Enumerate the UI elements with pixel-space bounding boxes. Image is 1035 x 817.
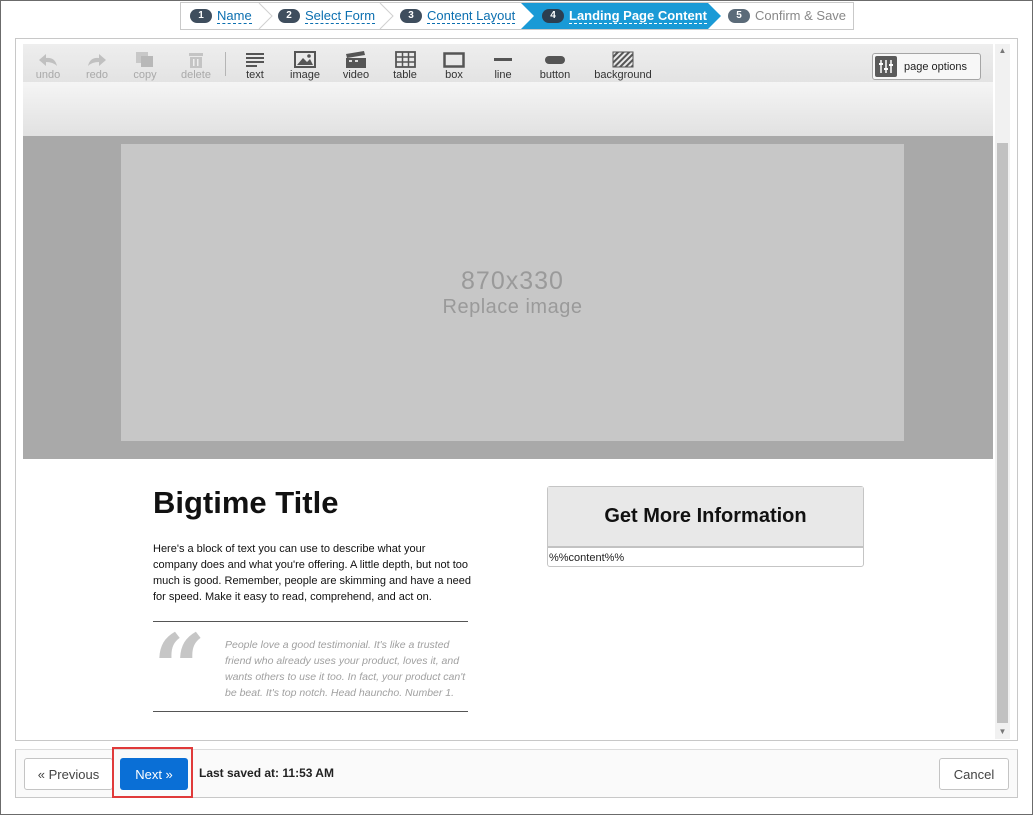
trash-icon — [187, 50, 205, 69]
wizard-step-landing-page-content[interactable]: 4 Landing Page Content — [542, 3, 707, 29]
step-label: Name — [217, 7, 252, 24]
content-section: Bigtime Title Here's a block of text you… — [23, 459, 993, 739]
editor-toolbar: undo redo copy delete text image video t… — [23, 44, 993, 82]
image-placeholder[interactable]: 870x330 Replace image — [121, 144, 904, 441]
box-tool-label: box — [445, 69, 463, 81]
line-tool-button[interactable]: line — [478, 50, 528, 82]
image-tool-button[interactable]: image — [280, 50, 330, 82]
redo-icon — [86, 50, 108, 69]
undo-label: undo — [35, 69, 61, 81]
last-saved-status: Last saved at: 11:53 AM — [199, 766, 334, 780]
form-block[interactable]: Get More Information %%content%% — [547, 486, 864, 567]
undo-button[interactable]: undo — [23, 50, 73, 82]
step-label: Confirm & Save — [755, 8, 847, 23]
cancel-button[interactable]: Cancel — [939, 758, 1009, 790]
step-number: 4 — [542, 9, 564, 23]
video-tool-button[interactable]: video — [331, 50, 381, 82]
copy-icon — [135, 50, 155, 69]
previous-button[interactable]: « Previous — [24, 758, 113, 790]
step-number: 5 — [728, 9, 750, 23]
image-icon — [294, 50, 316, 69]
line-icon — [493, 50, 513, 69]
step-number: 2 — [278, 9, 300, 23]
replace-image-link[interactable]: Replace image — [443, 295, 583, 319]
background-tool-label: background — [594, 69, 652, 81]
next-button[interactable]: Next » — [120, 758, 188, 790]
line-tool-label: line — [494, 69, 512, 81]
quote-mark-icon: “ — [153, 614, 206, 722]
testimonial-block[interactable]: “ People love a good testimonial. It's l… — [153, 614, 468, 722]
text-lines-icon — [245, 50, 265, 69]
sliders-icon — [875, 56, 897, 77]
scroll-up-icon[interactable]: ▲ — [995, 44, 1010, 58]
step-label: Landing Page Content — [569, 7, 707, 24]
button-tool-label: button — [539, 69, 571, 81]
step-label: Select Form — [305, 7, 376, 24]
step-number: 1 — [190, 9, 212, 23]
undo-icon — [37, 50, 59, 69]
copy-label: copy — [133, 69, 157, 81]
wizard-step-select-form[interactable]: 2 Select Form — [278, 3, 376, 29]
text-tool-button[interactable]: text — [230, 50, 280, 82]
last-saved-time: 11:53 AM — [282, 766, 334, 780]
page-options-label: page options — [904, 60, 967, 73]
table-tool-button[interactable]: table — [380, 50, 430, 82]
step-label: Content Layout — [427, 7, 516, 24]
copy-button[interactable]: copy — [120, 50, 170, 82]
button-shape-icon — [544, 50, 566, 69]
scroll-down-icon[interactable]: ▼ — [995, 725, 1010, 739]
background-tool-button[interactable]: background — [589, 50, 657, 82]
body-text-block[interactable]: Here's a block of text you can use to de… — [153, 541, 471, 605]
box-icon — [443, 50, 465, 69]
content-merge-tag: %%content%% — [549, 552, 625, 564]
testimonial-text: People love a good testimonial. It's lik… — [225, 639, 466, 699]
hero-section[interactable]: 870x330 Replace image — [23, 136, 993, 459]
wizard-step-name[interactable]: 1 Name — [190, 3, 252, 29]
page-heading[interactable]: Bigtime Title — [153, 485, 338, 521]
toolbar-divider — [225, 52, 226, 76]
wizard-step-confirm-save[interactable]: 5 Confirm & Save — [728, 3, 846, 29]
wizard-footer: « Previous Next » Last saved at: 11:53 A… — [15, 747, 1018, 798]
placeholder-size: 870x330 — [461, 266, 564, 295]
table-tool-label: table — [393, 69, 417, 81]
background-pattern-icon — [612, 50, 634, 69]
redo-button[interactable]: redo — [72, 50, 122, 82]
table-grid-icon — [394, 50, 416, 69]
editor-subbar — [23, 82, 993, 136]
page-options-button[interactable]: page options — [872, 53, 981, 80]
video-tool-label: video — [342, 69, 370, 81]
box-tool-button[interactable]: box — [429, 50, 479, 82]
clapperboard-icon — [345, 50, 367, 69]
editor-scrollbar[interactable]: ▲ ▼ — [995, 44, 1010, 739]
get-more-information-button[interactable]: Get More Information — [548, 487, 863, 548]
delete-button[interactable]: delete — [171, 50, 221, 82]
last-saved-label: Last saved at: — [199, 766, 280, 780]
redo-label: redo — [85, 69, 109, 81]
scrollbar-thumb[interactable] — [997, 143, 1008, 723]
step-number: 3 — [400, 9, 422, 23]
wizard-steps: 1 Name 2 Select Form 3 Content Layout 4 … — [180, 2, 854, 30]
image-tool-label: image — [290, 69, 320, 81]
text-tool-label: text — [246, 69, 264, 81]
wizard-step-content-layout[interactable]: 3 Content Layout — [400, 3, 516, 29]
delete-label: delete — [181, 69, 211, 81]
editor-panel: undo redo copy delete text image video t… — [15, 38, 1018, 741]
button-tool-button[interactable]: button — [530, 50, 580, 82]
